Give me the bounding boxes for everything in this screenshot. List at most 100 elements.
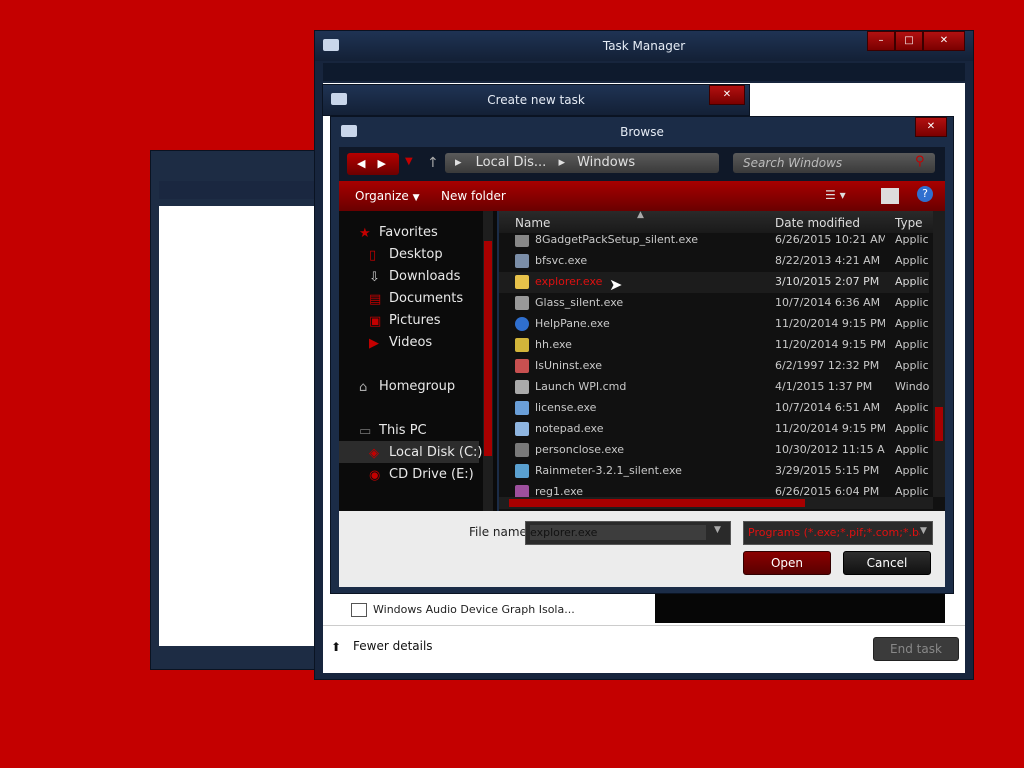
file-type-filter[interactable]: Programs (*.exe;*.pif;*.com;*.ba ▼ <box>743 521 933 545</box>
chevron-down-icon[interactable]: ▼ <box>714 525 721 535</box>
chevron-down-icon[interactable]: ▼ <box>920 526 927 536</box>
horizontal-scrollbar[interactable] <box>499 497 933 509</box>
file-row[interactable]: HelpPane.exe 11/20/2014 9:15 PM Applica <box>499 314 929 335</box>
exe-icon <box>515 485 529 497</box>
file-row[interactable]: 8GadgetPackSetup_silent.exe 6/26/2015 10:… <box>499 235 929 251</box>
new-folder-button[interactable]: New folder <box>441 189 506 203</box>
help-pane-icon <box>515 317 529 331</box>
search-box[interactable]: Search Windows ⚲ <box>733 153 935 173</box>
vertical-scrollbar[interactable] <box>933 211 945 497</box>
column-date[interactable]: Date modified <box>775 216 860 230</box>
tree-label: Favorites <box>379 225 438 240</box>
homegroup-icon: ⌂ <box>359 379 368 395</box>
file-name: Launch WPI.cmd <box>535 380 627 393</box>
vertical-scroll-thumb[interactable] <box>935 407 943 441</box>
help-file-icon <box>515 338 529 352</box>
exe-icon <box>515 443 529 457</box>
tree-label: Downloads <box>389 269 461 284</box>
column-name[interactable]: Name <box>515 216 550 230</box>
tree-scroll-thumb[interactable] <box>484 241 492 456</box>
end-task-button[interactable]: End task <box>873 637 959 661</box>
help-icon[interactable]: ? <box>917 186 933 202</box>
pc-icon: ▭ <box>359 423 372 439</box>
file-row[interactable]: Launch WPI.cmd 4/1/2015 1:37 PM Window <box>499 377 929 398</box>
browse-close-button[interactable]: ✕ <box>915 117 947 137</box>
exe-icon <box>515 235 529 247</box>
file-type: Applica <box>895 464 929 477</box>
search-icon[interactable]: ⚲ <box>915 154 925 169</box>
file-name: notepad.exe <box>535 422 604 435</box>
file-name: personclose.exe <box>535 443 625 456</box>
breadcrumb-windows[interactable]: Windows <box>569 155 635 170</box>
tree-item-this-pc[interactable]: ▭ This PC <box>359 423 427 439</box>
search-input[interactable]: Search Windows <box>743 156 842 170</box>
tree-item-pictures[interactable]: ▣ Pictures <box>369 313 440 329</box>
close-button[interactable]: ✕ <box>923 31 965 51</box>
file-row[interactable]: license.exe 10/7/2014 6:51 AM Applica <box>499 398 929 419</box>
back-forward-buttons[interactable]: ◀ ▶ <box>347 153 399 175</box>
file-name-input[interactable]: explorer.exe ▼ <box>525 521 731 545</box>
toolbar: Organize ▼ New folder ☰ ▾ ? <box>339 181 945 211</box>
breadcrumb-sep: ▸ <box>558 155 565 170</box>
file-row[interactable]: reg1.exe 6/26/2015 6:04 PM Applica <box>499 482 929 497</box>
file-type: Applica <box>895 254 929 267</box>
open-button[interactable]: Open <box>743 551 831 575</box>
preview-pane-icon[interactable] <box>881 188 899 204</box>
breadcrumb-local-disk[interactable]: Local Dis... <box>466 155 547 170</box>
tree-scrollbar[interactable] <box>483 211 493 511</box>
back-arrow-icon[interactable]: ◀ <box>347 157 365 170</box>
sort-ascending-icon: ▲ <box>637 210 644 220</box>
tree-item-downloads[interactable]: ⇩ Downloads <box>369 269 461 285</box>
file-name: Glass_silent.exe <box>535 296 624 309</box>
navigation-pane: ★ Favorites ▯ Desktop ⇩ Downloads ▤ Document… <box>339 211 497 511</box>
column-type[interactable]: Type <box>895 216 923 230</box>
tree-item-documents[interactable]: ▤ Documents <box>369 291 463 307</box>
tree-label: CD Drive (E:) <box>389 467 474 482</box>
file-row[interactable]: notepad.exe 11/20/2014 9:15 PM Applica <box>499 419 929 440</box>
up-folder-icon[interactable]: ↑ <box>427 155 439 171</box>
file-row[interactable]: personclose.exe 10/30/2012 11:15 AM Applic… <box>499 440 929 461</box>
file-name: reg1.exe <box>535 485 584 497</box>
minimize-button[interactable]: – <box>867 31 895 51</box>
organize-button[interactable]: Organize ▼ <box>355 189 420 203</box>
view-options-icon[interactable]: ☰ ▾ <box>825 188 846 202</box>
tree-item-videos[interactable]: ▶ Videos <box>369 335 432 351</box>
breadcrumb[interactable]: ▸ Local Dis... ▸ Windows <box>445 153 719 173</box>
file-type: Applica <box>895 275 929 288</box>
file-row[interactable]: bfsvc.exe 8/22/2013 4:21 AM Applica <box>499 251 929 272</box>
file-row[interactable]: Glass_silent.exe 10/7/2014 6:36 AM Applica <box>499 293 929 314</box>
breadcrumb-root-icon: ▸ <box>455 155 462 170</box>
cd-icon: ◉ <box>369 467 381 483</box>
cnt-close-button[interactable]: ✕ <box>709 85 745 105</box>
tree-item-desktop[interactable]: ▯ Desktop <box>369 247 443 263</box>
notepad-text-area[interactable] <box>159 206 319 646</box>
maximize-button[interactable]: □ <box>895 31 923 51</box>
file-row[interactable]: hh.exe 11/20/2014 9:15 PM Applica <box>499 335 929 356</box>
tree-item-cd-drive[interactable]: ◉ CD Drive (E:) <box>369 467 474 483</box>
exe-icon <box>515 254 529 268</box>
file-row[interactable]: Rainmeter-3.2.1_silent.exe 3/29/2015 5:15… <box>499 461 929 482</box>
fewer-details-link[interactable]: ⬆ Fewer details <box>331 639 433 654</box>
process-row[interactable]: Windows Audio Device Graph Isola... <box>351 603 575 617</box>
file-date: 6/2/1997 12:32 PM <box>775 359 880 372</box>
file-type: Applica <box>895 359 929 372</box>
file-row-selected[interactable]: explorer.exe 3/10/2015 2:07 PM Applica <box>499 272 929 293</box>
tree-label: Homegroup <box>379 379 456 394</box>
horizontal-scroll-thumb[interactable] <box>509 499 805 507</box>
file-date: 11/20/2014 9:15 PM <box>775 338 885 351</box>
forward-arrow-icon[interactable]: ▶ <box>365 157 385 170</box>
file-date: 3/10/2015 2:07 PM <box>775 275 880 288</box>
column-header-row <box>499 211 945 233</box>
file-row[interactable]: IsUninst.exe 6/2/1997 12:32 PM Applica <box>499 356 929 377</box>
chevron-down-icon: ▼ <box>412 193 420 203</box>
tree-item-local-disk[interactable]: ◈ Local Disk (C:) <box>369 445 483 461</box>
tree-item-homegroup[interactable]: ⌂ Homegroup <box>359 379 456 395</box>
file-date: 10/7/2014 6:36 AM <box>775 296 881 309</box>
file-name: 8GadgetPackSetup_silent.exe <box>535 235 699 246</box>
organize-label: Organize <box>355 189 409 203</box>
recent-locations-dropdown-icon[interactable]: ▼ <box>405 156 413 167</box>
cancel-button[interactable]: Cancel <box>843 551 931 575</box>
tree-item-favorites[interactable]: ★ Favorites <box>359 225 438 241</box>
tree-label: Local Disk (C:) <box>389 445 483 460</box>
file-date: 10/30/2012 11:15 AM <box>775 443 885 456</box>
